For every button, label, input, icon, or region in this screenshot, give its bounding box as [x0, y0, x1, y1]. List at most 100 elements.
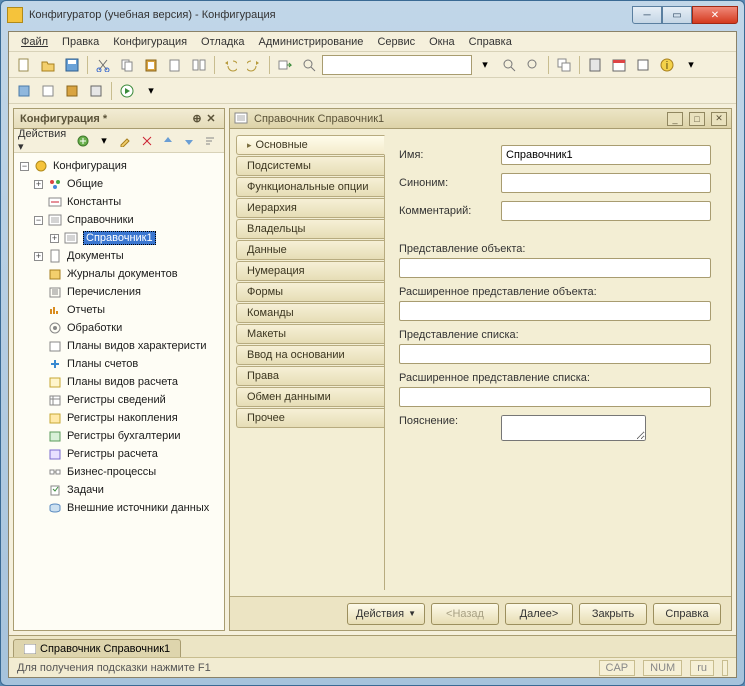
new-icon[interactable] — [13, 54, 35, 76]
name-field[interactable] — [501, 145, 711, 165]
menu-debug[interactable]: Отладка — [195, 34, 250, 50]
syntax-icon[interactable] — [632, 54, 654, 76]
tab-tpl[interactable]: Макеты — [236, 324, 384, 344]
editor-max-button[interactable]: □ — [689, 112, 705, 126]
menu-service[interactable]: Сервис — [371, 34, 421, 50]
tree-bp[interactable]: Бизнес-процессы — [18, 463, 222, 481]
toolbar2-icon-4[interactable] — [85, 80, 107, 102]
tab-main[interactable]: Основные — [236, 135, 385, 155]
tree-accplans[interactable]: Планы счетов — [18, 355, 222, 373]
search-input[interactable] — [322, 55, 472, 75]
save-icon[interactable] — [61, 54, 83, 76]
redo-icon[interactable] — [243, 54, 265, 76]
objrep-field[interactable] — [399, 258, 711, 278]
info-icon[interactable]: i — [656, 54, 678, 76]
edit-icon[interactable] — [116, 130, 135, 152]
toolbar2-icon-2[interactable] — [37, 80, 59, 102]
bottom-tab-1[interactable]: Справочник Справочник1 — [13, 639, 181, 657]
find-next-icon[interactable] — [164, 54, 186, 76]
close-button-editor[interactable]: Закрыть — [579, 603, 647, 625]
tree-regacc[interactable]: Регистры накопления — [18, 409, 222, 427]
calc-icon[interactable] — [584, 54, 606, 76]
sort-icon[interactable] — [201, 130, 220, 152]
elstrep-field[interactable] — [399, 387, 711, 407]
menu-config[interactable]: Конфигурация — [107, 34, 193, 50]
down-icon[interactable] — [179, 130, 198, 152]
lstrep-field[interactable] — [399, 344, 711, 364]
goto-icon[interactable] — [274, 54, 296, 76]
zoom-icon[interactable] — [298, 54, 320, 76]
tree-catalogs[interactable]: −Справочники — [18, 211, 222, 229]
syn-field[interactable] — [501, 173, 711, 193]
tab-forms[interactable]: Формы — [236, 282, 384, 302]
eobjrep-field[interactable] — [399, 301, 711, 321]
del-icon[interactable] — [137, 130, 156, 152]
tab-hier[interactable]: Иерархия — [236, 198, 384, 218]
copy-icon[interactable] — [116, 54, 138, 76]
tree-reports[interactable]: Отчеты — [18, 301, 222, 319]
tab-vvod[interactable]: Ввод на основании — [236, 345, 384, 365]
config-close-icon[interactable]: ✕ — [204, 112, 218, 125]
tree-pvras[interactable]: Планы видов расчета — [18, 373, 222, 391]
expl-field[interactable] — [501, 415, 646, 441]
tab-own[interactable]: Владельцы — [236, 219, 384, 239]
tab-cmd[interactable]: Команды — [236, 303, 384, 323]
next-button[interactable]: Далее> — [505, 603, 573, 625]
menu-edit[interactable]: Правка — [56, 34, 105, 50]
actions-button[interactable]: Действия▼ — [347, 603, 425, 625]
tree-enum[interactable]: Перечисления — [18, 283, 222, 301]
menu-admin[interactable]: Администрирование — [253, 34, 370, 50]
tab-other[interactable]: Прочее — [236, 408, 384, 428]
paste-icon[interactable] — [140, 54, 162, 76]
cut-icon[interactable] — [92, 54, 114, 76]
config-pin-icon[interactable]: ⊕ — [190, 112, 204, 125]
open-icon[interactable] — [37, 54, 59, 76]
tree-regcalc[interactable]: Регистры расчета — [18, 445, 222, 463]
search-dd-icon[interactable]: ▾ — [474, 54, 496, 76]
tree-pvc[interactable]: Планы видов характеристи — [18, 337, 222, 355]
up-icon[interactable] — [158, 130, 177, 152]
tree-docs[interactable]: +Документы — [18, 247, 222, 265]
run-icon[interactable] — [116, 80, 138, 102]
toolbar2-icon-1[interactable] — [13, 80, 35, 102]
editor-close-button[interactable]: ✕ — [711, 112, 727, 126]
tree-reginfo[interactable]: Регистры сведений — [18, 391, 222, 409]
tree-task[interactable]: Задачи — [18, 481, 222, 499]
menu-file[interactable]: Файл — [15, 34, 54, 50]
minimize-button[interactable]: ─ — [632, 6, 662, 24]
maximize-button[interactable]: ▭ — [662, 6, 692, 24]
add-icon[interactable] — [73, 130, 92, 152]
back-button[interactable]: <Назад — [431, 603, 499, 625]
tree-common[interactable]: +Общие — [18, 175, 222, 193]
replace-icon[interactable] — [522, 54, 544, 76]
tree-const[interactable]: Константы — [18, 193, 222, 211]
menu-windows[interactable]: Окна — [423, 34, 461, 50]
tree-docjrnl[interactable]: Журналы документов — [18, 265, 222, 283]
help-button[interactable]: Справка — [653, 603, 721, 625]
tab-num[interactable]: Нумерация — [236, 261, 384, 281]
tree-regbuh[interactable]: Регистры бухгалтерии — [18, 427, 222, 445]
windows-icon[interactable] — [553, 54, 575, 76]
tree-proc[interactable]: Обработки — [18, 319, 222, 337]
tab-fopt[interactable]: Функциональные опции — [236, 177, 384, 197]
add-dd-icon[interactable]: ▾ — [94, 130, 113, 152]
undo-icon[interactable] — [219, 54, 241, 76]
tree-ext[interactable]: Внешние источники данных — [18, 499, 222, 517]
editor-min-button[interactable]: _ — [667, 112, 683, 126]
run-dd-icon[interactable]: ▾ — [140, 80, 162, 102]
tree-root[interactable]: −Конфигурация — [18, 157, 222, 175]
close-button[interactable]: ✕ — [692, 6, 738, 24]
tree-catalog-1[interactable]: +Справочник1 — [18, 229, 222, 247]
com-field[interactable] — [501, 201, 711, 221]
tab-exch[interactable]: Обмен данными — [236, 387, 384, 407]
config-tree[interactable]: −Конфигурация +Общие Константы −Справочн… — [14, 153, 224, 630]
toolbar2-icon-3[interactable] — [61, 80, 83, 102]
tab-rights[interactable]: Права — [236, 366, 384, 386]
info-dd-icon[interactable]: ▾ — [680, 54, 702, 76]
config-actions-button[interactable]: Действия ▾ — [18, 128, 67, 153]
compare-icon[interactable] — [188, 54, 210, 76]
search-go-icon[interactable] — [498, 54, 520, 76]
tab-subsys[interactable]: Подсистемы — [236, 156, 384, 176]
menu-help[interactable]: Справка — [463, 34, 518, 50]
calendar-icon[interactable] — [608, 54, 630, 76]
